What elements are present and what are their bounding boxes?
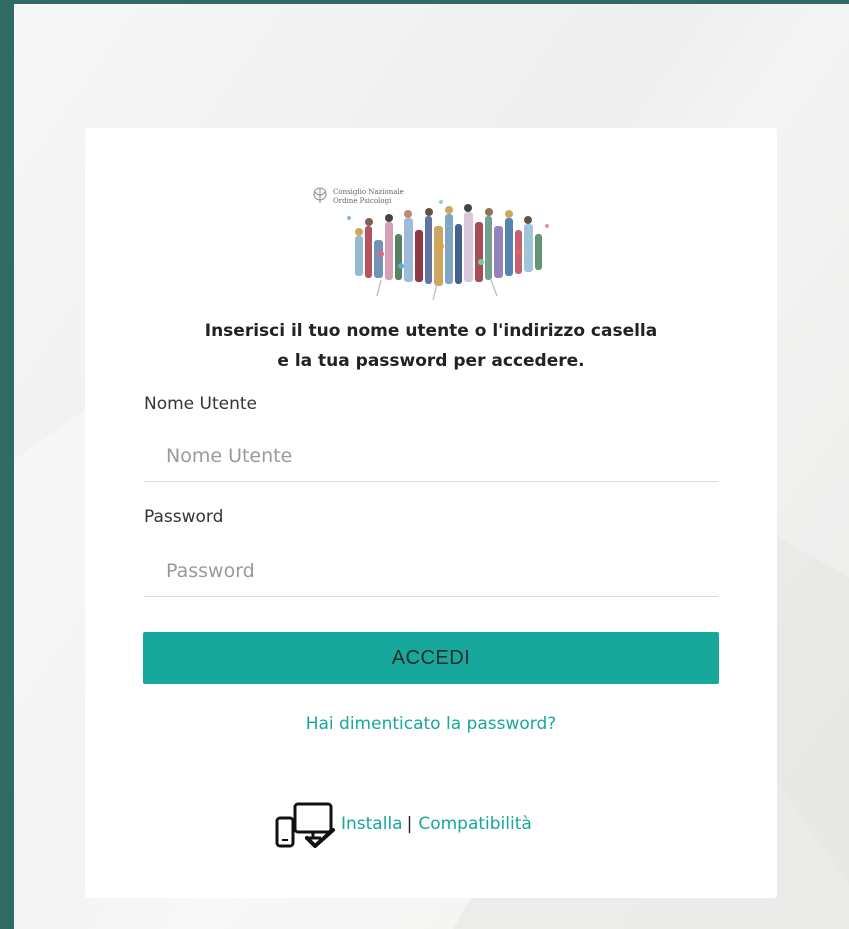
logo-org-line1: Consiglio Nazionale xyxy=(333,188,404,196)
login-card: Consiglio Nazionale Ordine Psicologi Ins… xyxy=(85,128,777,898)
devices-check-icon xyxy=(275,802,335,848)
psi-logo-icon xyxy=(313,187,327,203)
crowd-illustration-icon xyxy=(347,200,549,301)
footer-links: Installa | Compatibilità xyxy=(273,798,532,850)
login-instructions-line1: Inserisci il tuo nome utente o l'indiriz… xyxy=(204,321,658,341)
password-label: Password xyxy=(144,507,224,527)
login-button[interactable]: ACCEDI xyxy=(143,632,719,684)
username-input[interactable] xyxy=(144,430,718,482)
login-instructions-line2: e la tua password per accedere. xyxy=(277,351,585,371)
password-input[interactable] xyxy=(144,545,718,597)
login-instructions: Inserisci il tuo nome utente o l'indiriz… xyxy=(125,316,737,376)
forgot-password-link[interactable]: Hai dimenticato la password? xyxy=(125,714,737,734)
organization-logo: Consiglio Nazionale Ordine Psicologi xyxy=(311,186,557,302)
compatibility-link[interactable]: Compatibilità xyxy=(418,814,531,834)
install-link[interactable]: Installa xyxy=(341,814,403,834)
username-label: Nome Utente xyxy=(144,394,258,414)
footer-separator: | xyxy=(406,814,413,834)
